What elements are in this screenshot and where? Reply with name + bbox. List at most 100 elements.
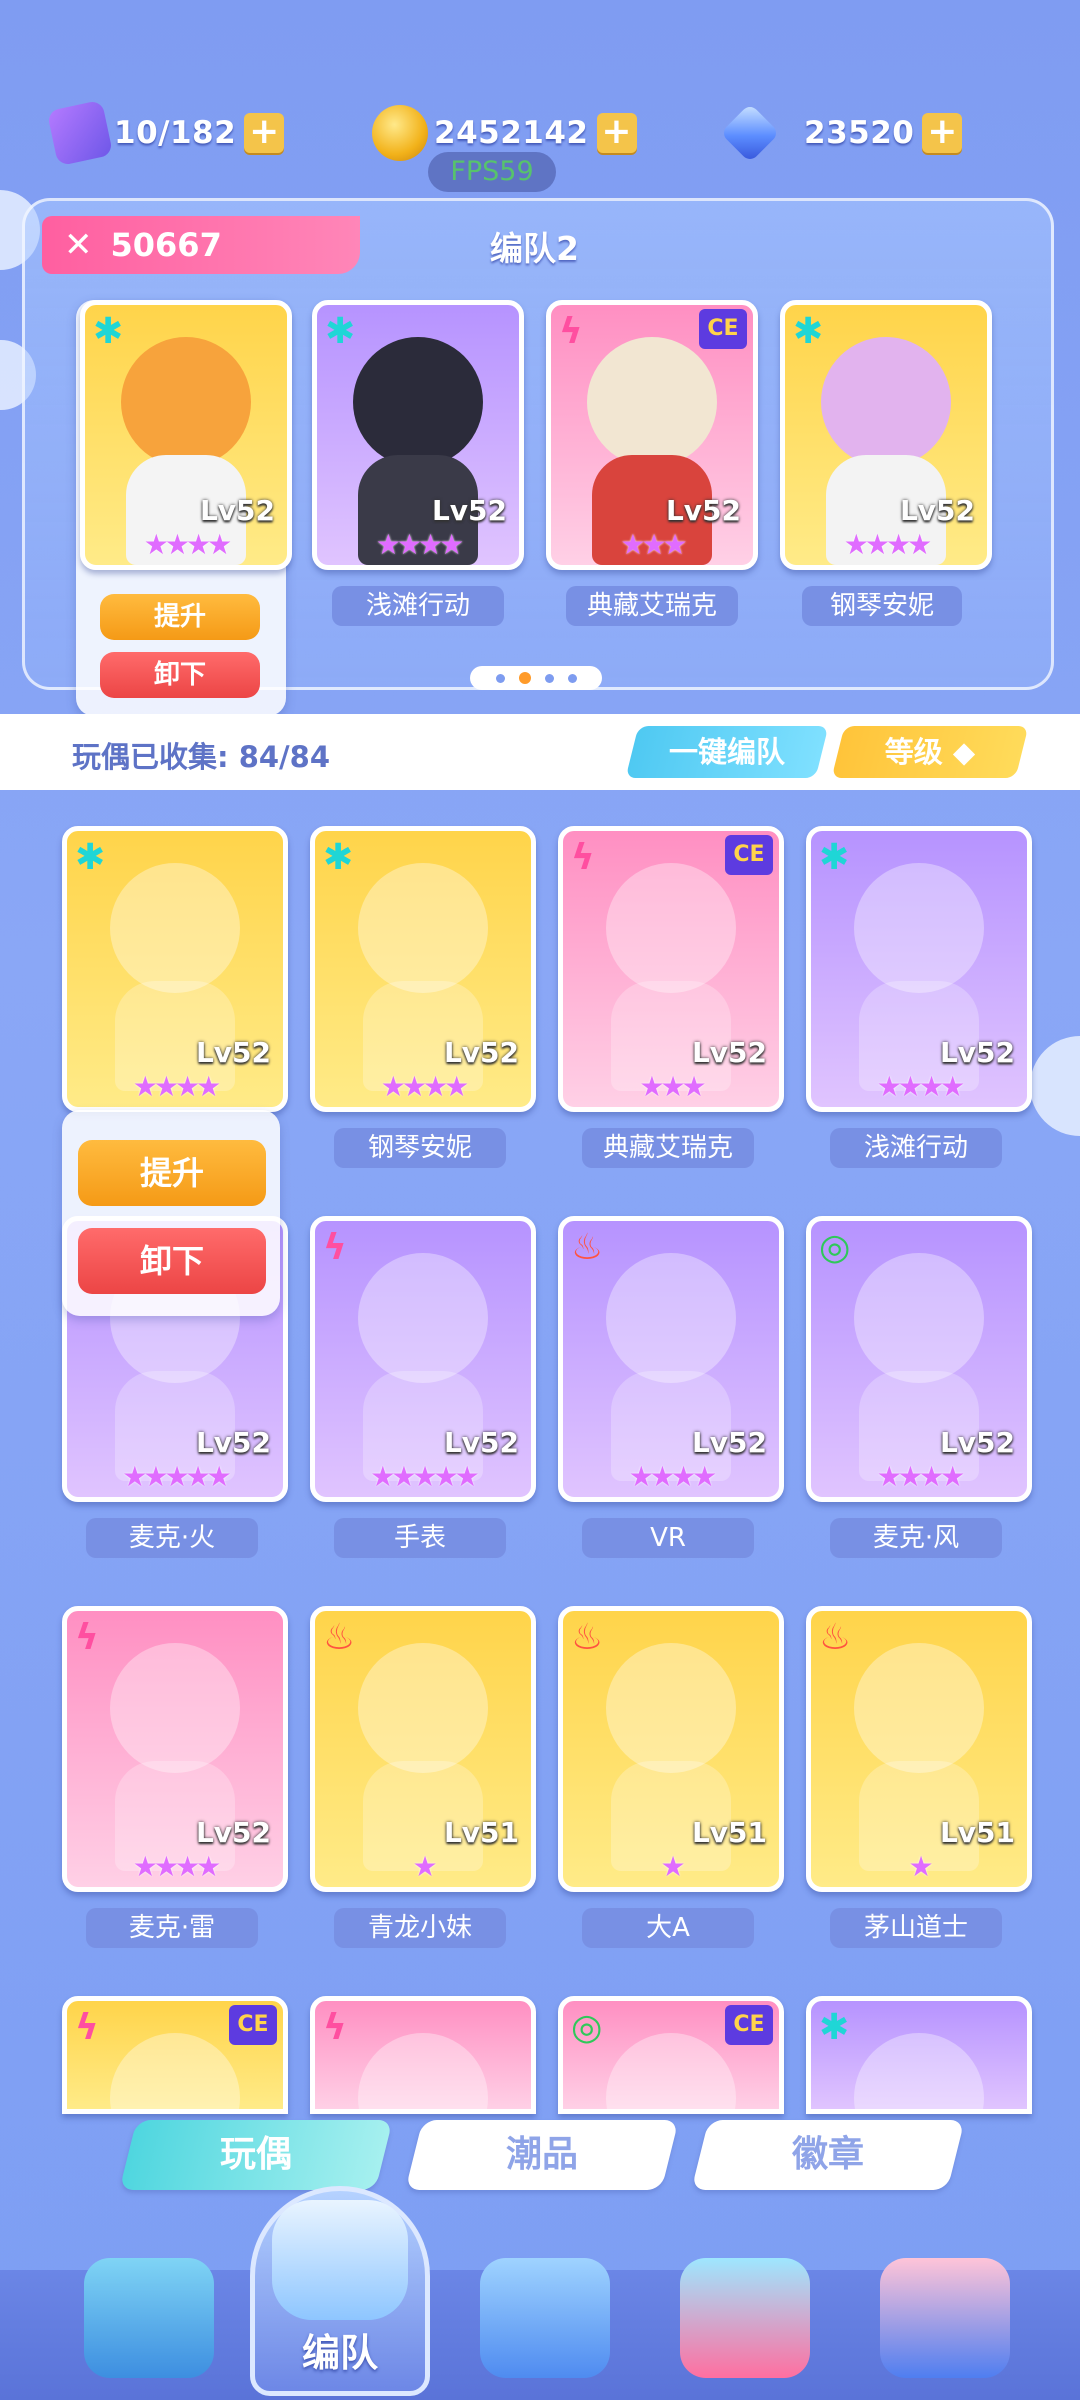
doll-stars: ★★★★★ (370, 1460, 480, 1493)
doll-card[interactable]: ϟ Lv52 ★★★★★ (310, 1216, 536, 1502)
nav-trophy-icon[interactable] (680, 2258, 810, 2378)
whistle-icon (272, 2200, 408, 2320)
doll-level: Lv52 (195, 1426, 271, 1459)
team-slot-1[interactable]: ✱ Lv52 ★★★★ (80, 300, 292, 570)
doll-name: 典藏艾瑞克 (582, 1128, 754, 1168)
sort-level-button[interactable]: 等级 ◆ (831, 726, 1029, 778)
crossed-swords-icon: ✕ (64, 225, 93, 265)
element-icon: ✱ (793, 311, 824, 352)
element-icon: ♨ (571, 1227, 604, 1268)
energy-resource: 10/182 + (46, 99, 285, 167)
doll-card[interactable]: ✱ Lv52 ★★★★ (62, 826, 288, 1112)
doll-stars: ★★★ (639, 1070, 706, 1103)
doll-portrait (358, 1643, 488, 1773)
doll-portrait (854, 2033, 984, 2109)
gem-icon (720, 103, 780, 163)
page-dot[interactable] (495, 673, 505, 683)
doll-upgrade-button[interactable]: 提升 (78, 1140, 266, 1206)
doll-card[interactable]: ϟ CE (62, 1996, 288, 2114)
doll-level: Lv52 (195, 1036, 271, 1069)
team-upgrade-button[interactable]: 提升 (100, 594, 260, 640)
ce-badge: CE (725, 835, 773, 875)
element-icon: ♨ (819, 1617, 852, 1658)
side-chat-button[interactable] (1030, 1036, 1080, 1136)
doll-card[interactable]: ◎ CE (558, 1996, 784, 2114)
nav-gamepad-icon[interactable] (480, 2258, 610, 2378)
doll-portrait (821, 337, 951, 467)
doll-card[interactable]: ϟ CE Lv52 ★★★ (558, 826, 784, 1112)
team-remove-button[interactable]: 卸下 (100, 652, 260, 698)
doll-portrait (606, 2033, 736, 2109)
doll-name: 青龙小妹 (334, 1908, 506, 1948)
page-dot[interactable] (544, 673, 554, 683)
doll-level: Lv52 (691, 1036, 767, 1069)
page-dot[interactable] (567, 673, 577, 683)
auto-team-button[interactable]: 一键编队 (625, 726, 829, 778)
doll-level: Lv52 (195, 1816, 271, 1849)
doll-card[interactable]: ✱ (806, 1996, 1032, 2114)
doll-remove-button[interactable]: 卸下 (78, 1228, 266, 1294)
doll-portrait (110, 863, 240, 993)
doll-level: Lv52 (443, 1426, 519, 1459)
team-slot-3[interactable]: ϟ CE Lv52 ★★★ (546, 300, 758, 570)
doll-card[interactable]: ✱ Lv52 ★★★★ (310, 826, 536, 1112)
doll-stars: ★★★★ (132, 1070, 221, 1103)
doll-stars: ★★★★ (843, 528, 932, 561)
doll-level: Lv51 (939, 1816, 1015, 1849)
team-page-indicator[interactable] (470, 666, 602, 690)
doll-stars: ★★★★ (143, 528, 232, 561)
element-icon: ✱ (325, 311, 356, 352)
team-slot-3-name: 典藏艾瑞克 (566, 586, 738, 626)
element-icon: ✱ (323, 837, 354, 878)
doll-portrait (121, 337, 251, 467)
doll-portrait (854, 863, 984, 993)
energy-ticket-icon (46, 99, 114, 167)
doll-stars: ★ (660, 1850, 685, 1883)
doll-portrait (110, 1643, 240, 1773)
element-icon: ✱ (93, 311, 124, 352)
doll-level: Lv52 (939, 1426, 1015, 1459)
doll-name: 麦克·风 (830, 1518, 1002, 1558)
doll-name: VR (582, 1518, 754, 1558)
doll-card[interactable]: ♨ Lv51 ★ (558, 1606, 784, 1892)
doll-portrait (606, 1253, 736, 1383)
add-energy-button[interactable]: + (244, 113, 285, 153)
tab-trendy[interactable]: 潮品 (405, 2120, 679, 2190)
doll-card[interactable]: ♨ Lv51 ★ (310, 1606, 536, 1892)
element-icon: ϟ (571, 837, 595, 878)
doll-stars: ★ (412, 1850, 437, 1883)
doll-portrait (854, 1253, 984, 1383)
doll-card[interactable]: ♨ Lv51 ★ (806, 1606, 1032, 1892)
team-slot-2[interactable]: ✱ Lv52 ★★★★ (312, 300, 524, 570)
coin-value: 2452142 (434, 115, 589, 151)
doll-portrait (606, 1643, 736, 1773)
doll-card[interactable]: ϟ Lv52 ★★★★ (62, 1606, 288, 1892)
doll-name: 麦克·雷 (86, 1908, 258, 1948)
element-icon: ✱ (819, 837, 850, 878)
doll-name: 浅滩行动 (830, 1128, 1002, 1168)
doll-card[interactable]: ♨ Lv52 ★★★★ (558, 1216, 784, 1502)
element-icon: ✱ (75, 837, 106, 878)
tab-badges[interactable]: 徽章 (691, 2120, 965, 2190)
team-power-value: 50667 (110, 226, 222, 264)
tab-dolls[interactable]: 玩偶 (119, 2120, 393, 2190)
element-icon: ϟ (75, 1617, 99, 1658)
team-slot-2-name: 浅滩行动 (332, 586, 504, 626)
doll-card[interactable]: ϟ (310, 1996, 536, 2114)
nav-arrow-icon[interactable] (84, 2258, 214, 2378)
nav-mystery-machine-icon[interactable] (880, 2258, 1010, 2378)
doll-level: Lv52 (443, 1036, 519, 1069)
page-dot-active[interactable] (518, 672, 531, 684)
doll-stars: ★★★★ (628, 1460, 717, 1493)
doll-level: Lv52 (939, 1036, 1015, 1069)
collection-count: 玩偶已收集: 84/84 (72, 740, 330, 774)
doll-portrait (358, 2033, 488, 2109)
doll-portrait (358, 1253, 488, 1383)
doll-card[interactable]: ◎ Lv52 ★★★★ (806, 1216, 1032, 1502)
doll-card[interactable]: ✱ Lv52 ★★★★ (806, 826, 1032, 1112)
doll-stars: ★★★★★ (122, 1460, 232, 1493)
add-gem-button[interactable]: + (922, 113, 963, 153)
add-coin-button[interactable]: + (596, 113, 637, 153)
doll-portrait (854, 1643, 984, 1773)
team-slot-4[interactable]: ✱ Lv52 ★★★★ (780, 300, 992, 570)
